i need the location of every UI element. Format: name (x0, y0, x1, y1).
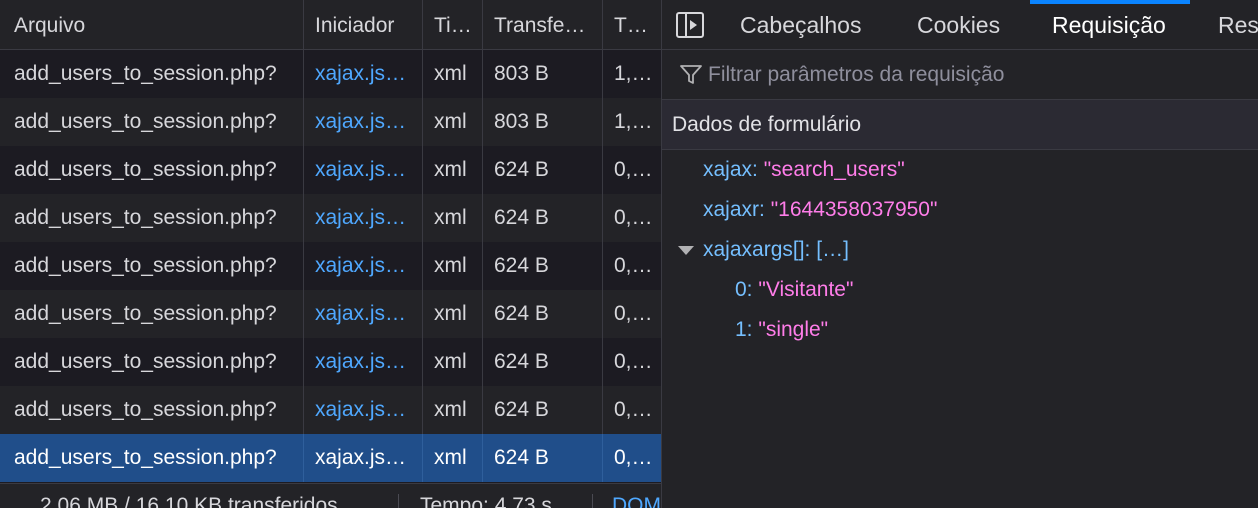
request-file: add_users_to_session.php? (0, 386, 304, 434)
request-file: add_users_to_session.php? (0, 290, 304, 338)
param-key: 1: (735, 318, 753, 341)
request-initiator-link[interactable]: xajax.js… (304, 338, 423, 386)
request-type: xml (423, 98, 483, 146)
request-transferred: 624 B (483, 386, 603, 434)
request-row[interactable]: add_users_to_session.php? xajax.js… xml … (0, 338, 661, 386)
column-header-transferred[interactable]: Transfe… (483, 0, 603, 50)
status-divider (592, 494, 593, 508)
request-row[interactable]: add_users_to_session.php? xajax.js… xml … (0, 50, 661, 98)
request-transferred: 624 B (483, 290, 603, 338)
request-transferred: 803 B (483, 98, 603, 146)
request-row-selected[interactable]: add_users_to_session.php? xajax.js… xml … (0, 434, 661, 482)
request-initiator-link[interactable]: xajax.js… (304, 194, 423, 242)
param-value: "Visitante" (758, 278, 854, 301)
tab-cookies[interactable]: Cookies (917, 0, 1000, 49)
param-row-expandable[interactable]: xajaxargs[]: […] (662, 230, 1258, 270)
request-initiator-link[interactable]: xajax.js… (304, 242, 423, 290)
param-key: xajaxr: (703, 198, 765, 221)
param-entry: xajaxargs[]: […] (703, 230, 849, 270)
request-row[interactable]: add_users_to_session.php? xajax.js… xml … (0, 146, 661, 194)
request-time: 0,… (614, 158, 653, 181)
param-key: xajax: (703, 158, 758, 181)
request-time: 1,… (614, 62, 653, 85)
form-data-section-header[interactable]: Dados de formulário (662, 100, 1258, 150)
status-dom: DOM (612, 494, 661, 508)
column-header-file[interactable]: Arquivo (0, 0, 304, 50)
request-transferred: 624 B (483, 242, 603, 290)
request-time: 0,… (614, 254, 653, 277)
request-initiator-link[interactable]: xajax.js… (304, 434, 423, 482)
request-file: add_users_to_session.php? (0, 50, 304, 98)
tab-request[interactable]: Requisição (1030, 0, 1190, 49)
request-time: 0,… (614, 350, 653, 373)
param-key: xajaxargs[]: (703, 238, 811, 261)
request-time: 0,… (614, 398, 653, 421)
request-type: xml (423, 338, 483, 386)
param-value: […] (816, 238, 849, 261)
expand-toggle-icon[interactable] (678, 246, 694, 255)
column-header-type[interactable]: Ti… (423, 0, 483, 50)
param-value: "single" (758, 318, 829, 341)
request-time: 1,… (614, 110, 653, 133)
request-transferred: 624 B (483, 338, 603, 386)
request-filter-bar (662, 50, 1258, 100)
request-time: 0,… (614, 446, 653, 469)
param-row[interactable]: xajax: "search_users" (703, 150, 905, 190)
request-list: Arquivo Iniciador Ti… Transfe… T… add_us… (0, 0, 661, 508)
status-divider (398, 494, 399, 508)
request-type: xml (423, 386, 483, 434)
request-time: 0,… (614, 302, 653, 325)
devtools-network-panel: Arquivo Iniciador Ti… Transfe… T… add_us… (0, 0, 1258, 508)
request-type: xml (423, 146, 483, 194)
request-file: add_users_to_session.php? (0, 242, 304, 290)
request-row[interactable]: add_users_to_session.php? xajax.js… xml … (0, 194, 661, 242)
request-type: xml (423, 50, 483, 98)
request-type: xml (423, 290, 483, 338)
request-type: xml (423, 194, 483, 242)
column-header-initiator[interactable]: Iniciador (304, 0, 423, 50)
param-value: "search_users" (763, 158, 905, 181)
tab-response[interactable]: Res (1218, 0, 1258, 49)
param-row[interactable]: 0: "Visitante" (735, 270, 853, 310)
status-transferred: 2,06 MB / 16,10 KB transferidos (40, 494, 338, 508)
request-file: add_users_to_session.php? (0, 338, 304, 386)
request-initiator-link[interactable]: xajax.js… (304, 50, 423, 98)
request-row[interactable]: add_users_to_session.php? xajax.js… xml … (0, 290, 661, 338)
details-tabbar: Cabeçalhos Cookies Requisição Res (662, 0, 1258, 50)
request-type: xml (423, 242, 483, 290)
network-status-bar: 2,06 MB / 16,10 KB transferidos Tempo: 4… (0, 483, 661, 508)
filter-params-input[interactable] (708, 60, 1248, 90)
request-initiator-link[interactable]: xajax.js… (304, 146, 423, 194)
param-key: 0: (735, 278, 753, 301)
request-row[interactable]: add_users_to_session.php? xajax.js… xml … (0, 242, 661, 290)
tab-headers[interactable]: Cabeçalhos (740, 0, 861, 49)
column-header-time[interactable]: T… (603, 0, 661, 50)
request-transferred: 624 B (483, 434, 603, 482)
request-file: add_users_to_session.php? (0, 434, 304, 482)
param-row[interactable]: 1: "single" (735, 310, 828, 350)
filter-icon (680, 65, 702, 84)
param-row[interactable]: xajaxr: "1644358037950" (703, 190, 937, 230)
request-row[interactable]: add_users_to_session.php? xajax.js… xml … (0, 386, 661, 434)
request-initiator-link[interactable]: xajax.js… (304, 98, 423, 146)
request-type: xml (423, 434, 483, 482)
request-row[interactable]: add_users_to_session.php? xajax.js… xml … (0, 98, 661, 146)
request-initiator-link[interactable]: xajax.js… (304, 290, 423, 338)
param-value: "1644358037950" (770, 198, 938, 221)
status-time: Tempo: 4,73 s (420, 494, 552, 508)
request-file: add_users_to_session.php? (0, 98, 304, 146)
request-transferred: 803 B (483, 50, 603, 98)
request-transferred: 624 B (483, 194, 603, 242)
request-initiator-link[interactable]: xajax.js… (304, 386, 423, 434)
toggle-sidebar-icon[interactable] (676, 12, 704, 38)
request-time: 0,… (614, 206, 653, 229)
request-transferred: 624 B (483, 146, 603, 194)
request-list-header: Arquivo Iniciador Ti… Transfe… T… (0, 0, 661, 50)
request-details-panel: Cabeçalhos Cookies Requisição Res Dados … (661, 0, 1258, 508)
request-file: add_users_to_session.php? (0, 194, 304, 242)
request-file: add_users_to_session.php? (0, 146, 304, 194)
